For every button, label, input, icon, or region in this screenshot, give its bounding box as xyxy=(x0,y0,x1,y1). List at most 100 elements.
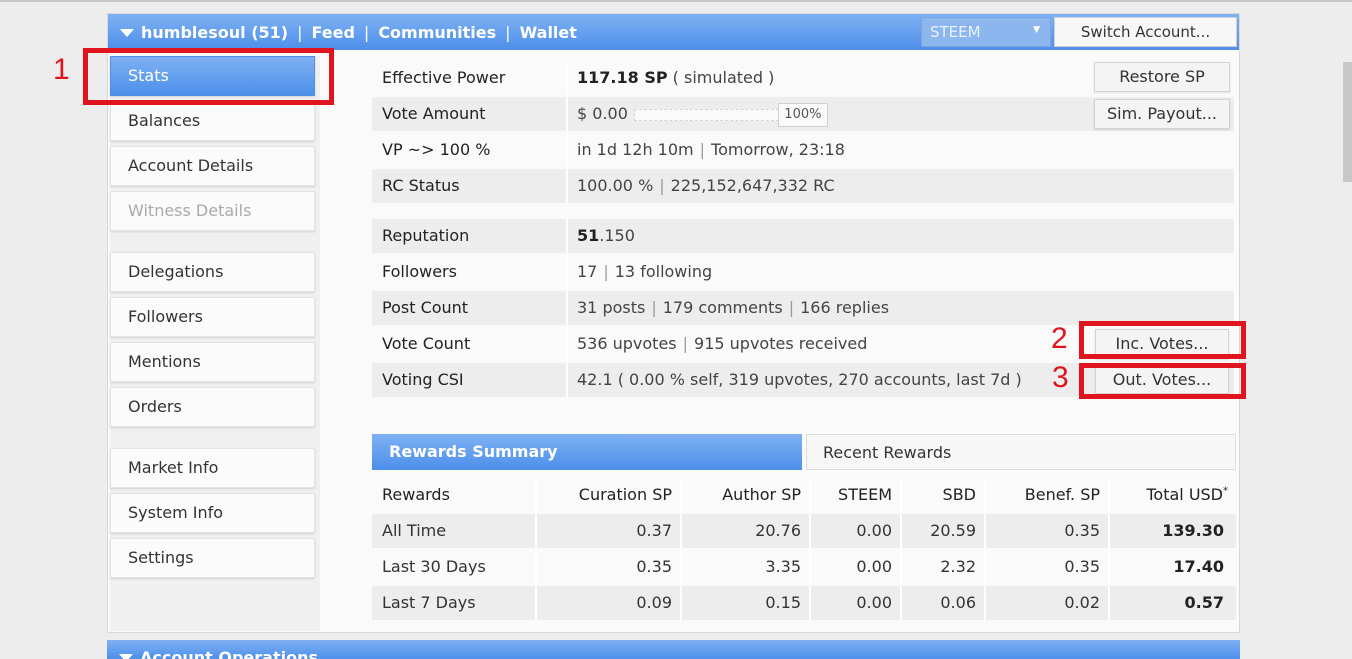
sidebar-item-witness-details: Witness Details xyxy=(110,191,315,231)
account-operations-label: Account Operations xyxy=(140,648,318,659)
cell-steem: 0.00 xyxy=(856,557,892,576)
row-label: VP ~> 100 % xyxy=(382,140,491,159)
sim-payout-button[interactable]: Sim. Payout... xyxy=(1094,99,1230,129)
column-divider xyxy=(809,550,811,584)
sidebar-item-followers[interactable]: Followers xyxy=(110,297,315,337)
row-value: 51.150 xyxy=(577,226,635,245)
nav-wallet[interactable]: Wallet xyxy=(520,23,577,42)
vote-weight-slider[interactable]: 100% xyxy=(633,102,828,127)
nav-communities[interactable]: Communities xyxy=(378,23,496,42)
header-bar: humblesoul (51) | Feed | Communities | Wallet … xyxy=(108,14,1239,50)
column-divider xyxy=(809,514,811,548)
annotation-number-1: 1 xyxy=(53,53,70,86)
col-header-sbd: SBD xyxy=(942,485,976,504)
column-divider xyxy=(535,586,537,620)
sidebar-item-delegations[interactable]: Delegations xyxy=(110,252,315,292)
cell-total: 17.40 xyxy=(1173,557,1224,576)
column-divider xyxy=(984,514,986,548)
column-divider xyxy=(809,586,811,620)
row-label: Reputation xyxy=(382,226,470,245)
column-divider xyxy=(900,550,902,584)
comments-count: 179 comments xyxy=(662,298,783,317)
col-header-steem: STEEM xyxy=(838,485,892,504)
pipe-separator: | xyxy=(682,334,689,353)
sidebar: Stats Balances Account Details Witness D… xyxy=(110,56,320,631)
account-operations-bar[interactable]: Account Operations xyxy=(107,640,1240,659)
following-count: 13 following xyxy=(614,262,713,281)
column-divider xyxy=(680,514,682,548)
column-divider xyxy=(984,478,986,512)
column-divider xyxy=(1108,478,1110,512)
slider-handle[interactable]: 100% xyxy=(777,102,828,127)
sidebar-item-account-details[interactable]: Account Details xyxy=(110,146,315,186)
column-divider xyxy=(1108,586,1110,620)
row-effective-power: Effective Power 117.18 SP ( simulated ) … xyxy=(372,61,1234,95)
user-link[interactable]: humblesoul (51) xyxy=(141,23,288,42)
column-divider xyxy=(566,169,568,203)
coin-select-value: STEEM xyxy=(930,23,981,41)
row-followers: Followers 17 | 13 following xyxy=(372,255,1234,289)
switch-account-button[interactable]: Switch Account... xyxy=(1054,17,1237,47)
row-label: Post Count xyxy=(382,298,469,317)
header-nav: humblesoul (51) | Feed | Communities | Wallet xyxy=(141,23,577,42)
row-period: All Time xyxy=(382,521,447,540)
cell-steem: 0.00 xyxy=(856,593,892,612)
row-vote-amount: Vote Amount $ 0.00 100% Sim. Payout... xyxy=(372,97,1234,131)
rc-percent: 100.00 % xyxy=(577,176,654,195)
scrollbar-thumb[interactable] xyxy=(1343,62,1352,182)
sidebar-item-balances[interactable]: Balances xyxy=(110,101,315,141)
row-vp: VP ~> 100 % in 1d 12h 10m | Tomorrow, 23:1… xyxy=(372,133,1234,167)
followers-count: 17 xyxy=(577,262,598,281)
row-value: in 1d 12h 10m | Tomorrow, 23:18 xyxy=(577,140,845,159)
column-divider xyxy=(809,478,811,512)
column-divider xyxy=(680,550,682,584)
tab-rewards-summary[interactable]: Rewards Summary xyxy=(372,434,802,470)
vote-amount-value: $ 0.00 xyxy=(577,104,628,123)
cell-benef: 0.35 xyxy=(1064,557,1100,576)
pipe-separator: | xyxy=(603,262,609,281)
col-header-total: Total USD* xyxy=(1146,485,1228,504)
sidebar-item-market-info[interactable]: Market Info xyxy=(110,448,315,488)
cell-curation: 0.09 xyxy=(636,593,672,612)
sidebar-item-orders[interactable]: Orders xyxy=(110,387,315,427)
nav-feed[interactable]: Feed xyxy=(311,23,354,42)
row-value: 117.18 SP ( simulated ) xyxy=(577,68,774,87)
effective-power-value: 117.18 SP xyxy=(577,68,668,87)
collapse-triangle-icon[interactable] xyxy=(120,29,134,37)
row-label: Effective Power xyxy=(382,68,506,87)
restore-sp-button[interactable]: Restore SP xyxy=(1094,62,1230,92)
row-label: Followers xyxy=(382,262,457,281)
column-divider xyxy=(984,550,986,584)
total-usd-marker: * xyxy=(1223,485,1228,497)
column-divider xyxy=(566,97,568,131)
nav-separator: | xyxy=(505,23,511,42)
cell-sbd: 20.59 xyxy=(930,521,976,540)
upvotes-received: 915 upvotes received xyxy=(694,334,868,353)
column-divider xyxy=(1108,550,1110,584)
chevron-down-icon: ▼ xyxy=(1033,25,1040,35)
col-header-curation: Curation SP xyxy=(578,485,672,504)
table-row: Last 30 Days 0.35 3.35 0.00 2.32 0.35 17… xyxy=(372,550,1236,584)
pipe-separator: | xyxy=(659,176,665,195)
row-post-count: Post Count 31 posts | 179 comments | 166 rep… xyxy=(372,291,1234,325)
column-divider xyxy=(535,514,537,548)
nav-separator: | xyxy=(363,23,370,42)
voting-csi-value: 42.1 ( 0.00 % self, 319 upvotes, 270 acc… xyxy=(577,370,1022,389)
rc-amount: 225,152,647,332 RC xyxy=(670,176,835,195)
column-divider xyxy=(566,327,568,361)
tab-recent-rewards[interactable]: Recent Rewards xyxy=(806,434,1236,470)
col-header-author: Author SP xyxy=(722,485,801,504)
reputation-frac: .150 xyxy=(599,226,635,245)
column-divider xyxy=(900,478,902,512)
sidebar-item-settings[interactable]: Settings xyxy=(110,538,315,578)
posts-count: 31 posts xyxy=(577,298,646,317)
pipe-separator: | xyxy=(788,298,795,317)
cell-curation: 0.37 xyxy=(636,521,672,540)
replies-count: 166 replies xyxy=(800,298,890,317)
col-header-rewards: Rewards xyxy=(382,485,450,504)
main-panel: humblesoul (51) | Feed | Communities | Wallet … xyxy=(107,13,1240,633)
sidebar-item-mentions[interactable]: Mentions xyxy=(110,342,315,382)
collapse-triangle-icon xyxy=(119,654,133,659)
coin-select[interactable]: STEEM ▼ xyxy=(921,17,1051,47)
sidebar-item-system-info[interactable]: System Info xyxy=(110,493,315,533)
